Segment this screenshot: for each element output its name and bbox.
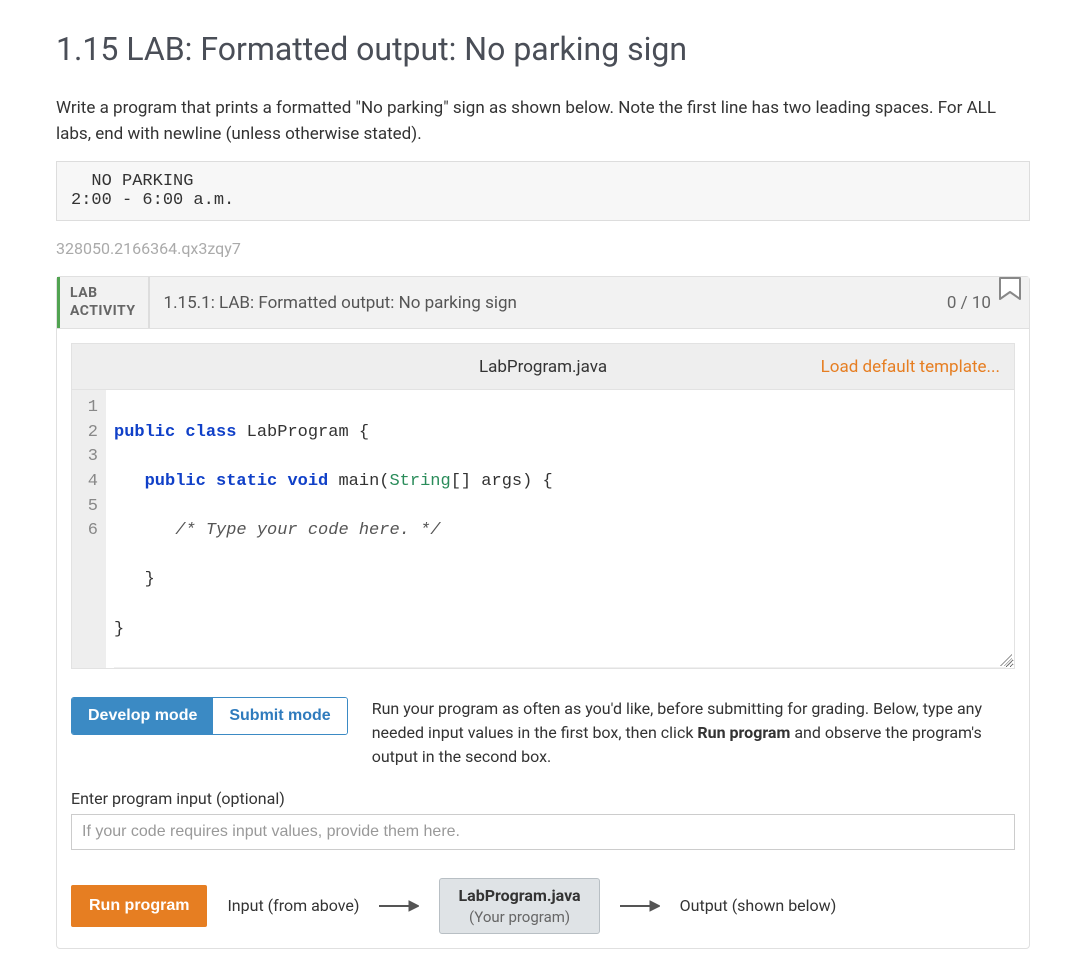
lab-header: LAB ACTIVITY 1.15.1: LAB: Formatted outp… <box>57 277 1029 329</box>
code-editor[interactable]: 1 2 3 4 5 6 public class LabProgram { pu… <box>71 389 1015 669</box>
run-row: Run program Input (from above) LabProgra… <box>71 878 1015 934</box>
lab-description: Write a program that prints a formatted … <box>56 96 1030 147</box>
code-line: public static void main(String[] args) { <box>114 470 1006 495</box>
line-number: 3 <box>80 445 98 470</box>
program-box: LabProgram.java (Your program) <box>439 878 599 934</box>
output-flow-label: Output (shown below) <box>680 896 837 915</box>
line-gutter: 1 2 3 4 5 6 <box>72 390 106 668</box>
editor-header: LabProgram.java Load default template... <box>71 343 1015 389</box>
line-number: 6 <box>80 519 98 544</box>
mode-row: Develop mode Submit mode Run your progra… <box>71 697 1015 769</box>
program-input-label: Enter program input (optional) <box>71 789 1015 808</box>
mode-toggle: Develop mode Submit mode <box>71 697 348 735</box>
lab-tag-line1: LAB <box>70 285 136 303</box>
code-line: } <box>114 618 1006 643</box>
arrow-right-icon <box>379 899 419 913</box>
code-line: } <box>114 568 1006 593</box>
line-number: 2 <box>80 421 98 446</box>
resize-handle-icon[interactable] <box>1000 654 1012 666</box>
code-line: public class LabProgram { <box>114 421 1006 446</box>
line-number: 4 <box>80 470 98 495</box>
lab-tag-line2: ACTIVITY <box>70 303 136 321</box>
sample-output: NO PARKING 2:00 - 6:00 a.m. <box>56 161 1030 221</box>
program-input[interactable] <box>71 814 1015 850</box>
code-line: /* Type your code here. */ <box>114 519 1006 544</box>
run-program-button[interactable]: Run program <box>71 885 207 927</box>
program-sub: (Your program) <box>458 907 580 927</box>
mode-help-bold: Run program <box>697 723 790 742</box>
line-number: 5 <box>80 495 98 520</box>
code-area[interactable]: public class LabProgram { public static … <box>106 390 1014 668</box>
lab-body: LabProgram.java Load default template...… <box>57 329 1029 948</box>
bookmark-icon[interactable] <box>1001 277 1025 328</box>
line-number: 1 <box>80 396 98 421</box>
program-filename: LabProgram.java <box>458 885 580 907</box>
activity-score: 0 / 10 <box>937 277 1001 328</box>
activity-title: 1.15.1: LAB: Formatted output: No parkin… <box>150 277 937 328</box>
submit-mode-button[interactable]: Submit mode <box>213 698 346 734</box>
arrow-right-icon <box>620 899 660 913</box>
input-flow-label: Input (from above) <box>227 896 359 915</box>
lab-tag: LAB ACTIVITY <box>57 277 150 328</box>
lab-activity-card: LAB ACTIVITY 1.15.1: LAB: Formatted outp… <box>56 276 1030 949</box>
load-default-template-link[interactable]: Load default template... <box>821 357 1000 377</box>
mode-help-text: Run your program as often as you'd like,… <box>372 697 1015 769</box>
content-hash: 328050.2166364.qx3zqy7 <box>56 239 1030 258</box>
code-line <box>114 667 1006 668</box>
page-title: 1.15 LAB: Formatted output: No parking s… <box>56 30 1030 68</box>
develop-mode-button[interactable]: Develop mode <box>72 698 213 734</box>
